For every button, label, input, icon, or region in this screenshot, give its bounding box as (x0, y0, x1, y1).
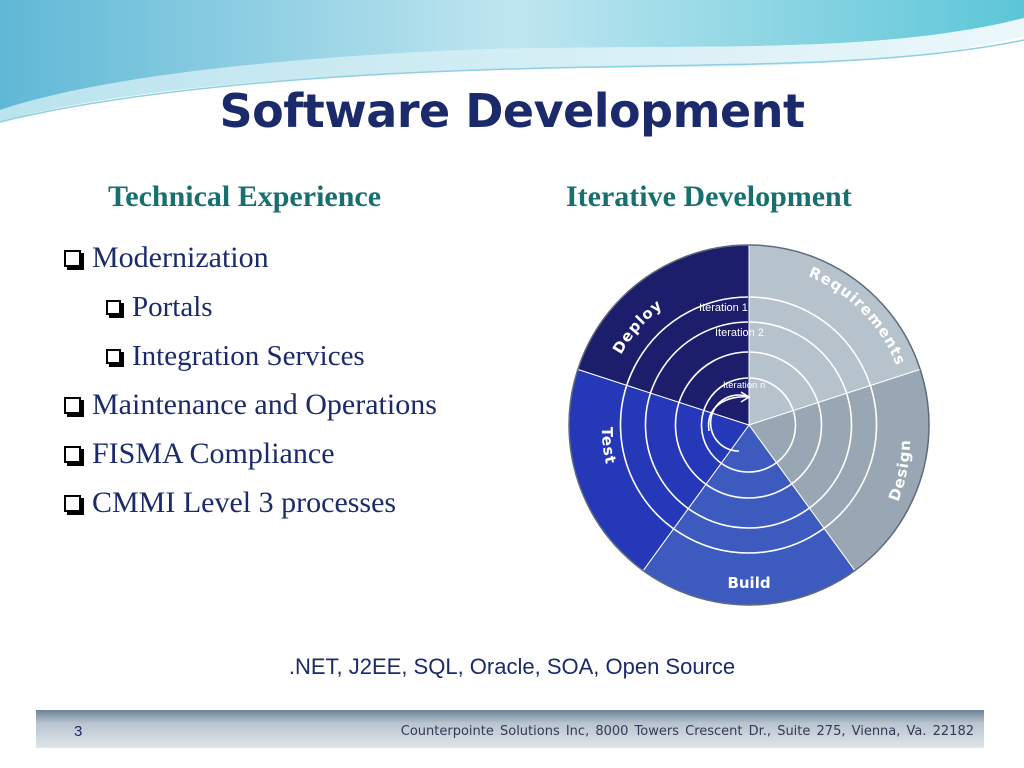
checkbox-bullet-icon (64, 446, 81, 463)
page-number: 3 (74, 723, 83, 740)
iterative-development-diagram: Iteration 1 Iteration 2 Iteration n Requ… (568, 244, 930, 606)
checkbox-bullet-icon (64, 250, 81, 267)
bullet-item: Maintenance and Operations (62, 385, 482, 425)
technologies-text: .NET, J2EE, SQL, Oracle, SOA, Open Sourc… (288, 654, 736, 679)
slide-title: Software Development (219, 84, 805, 138)
checkbox-bullet-icon (106, 300, 121, 315)
iterative-development-heading: Iterative Development (566, 180, 852, 213)
iteration-n-label: Iteration n (723, 380, 765, 391)
technical-experience-heading: Technical Experience (108, 180, 382, 213)
bullet-text: FISMA Compliance (92, 437, 335, 470)
bullet-text: Maintenance and Operations (92, 388, 437, 421)
experience-bullet-list: Modernization Portals Integration Servic… (62, 238, 482, 532)
bullet-text: CMMI Level 3 processes (92, 486, 397, 519)
bullet-text: Integration Services (132, 340, 365, 372)
bullet-text: Modernization (92, 241, 269, 274)
iteration-1-label: Iteration 1 (699, 302, 748, 314)
build-label: Build (727, 574, 770, 592)
bullet-item: CMMI Level 3 processes (62, 483, 482, 523)
company-address: Counterpointe Solutions Inc, 8000 Towers… (400, 724, 974, 739)
bullet-item: FISMA Compliance (62, 434, 482, 474)
checkbox-bullet-icon (106, 349, 121, 364)
sub-bullet-item: Integration Services (104, 336, 482, 376)
sub-bullet-item: Portals (104, 287, 482, 327)
iteration-2-label: Iteration 2 (715, 327, 764, 339)
bullet-item: Modernization (62, 238, 482, 278)
bullet-text: Portals (132, 291, 213, 323)
checkbox-bullet-icon (64, 495, 81, 512)
footer-bar: 3 Counterpointe Solutions Inc, 8000 Towe… (36, 710, 984, 748)
checkbox-bullet-icon (64, 397, 81, 414)
